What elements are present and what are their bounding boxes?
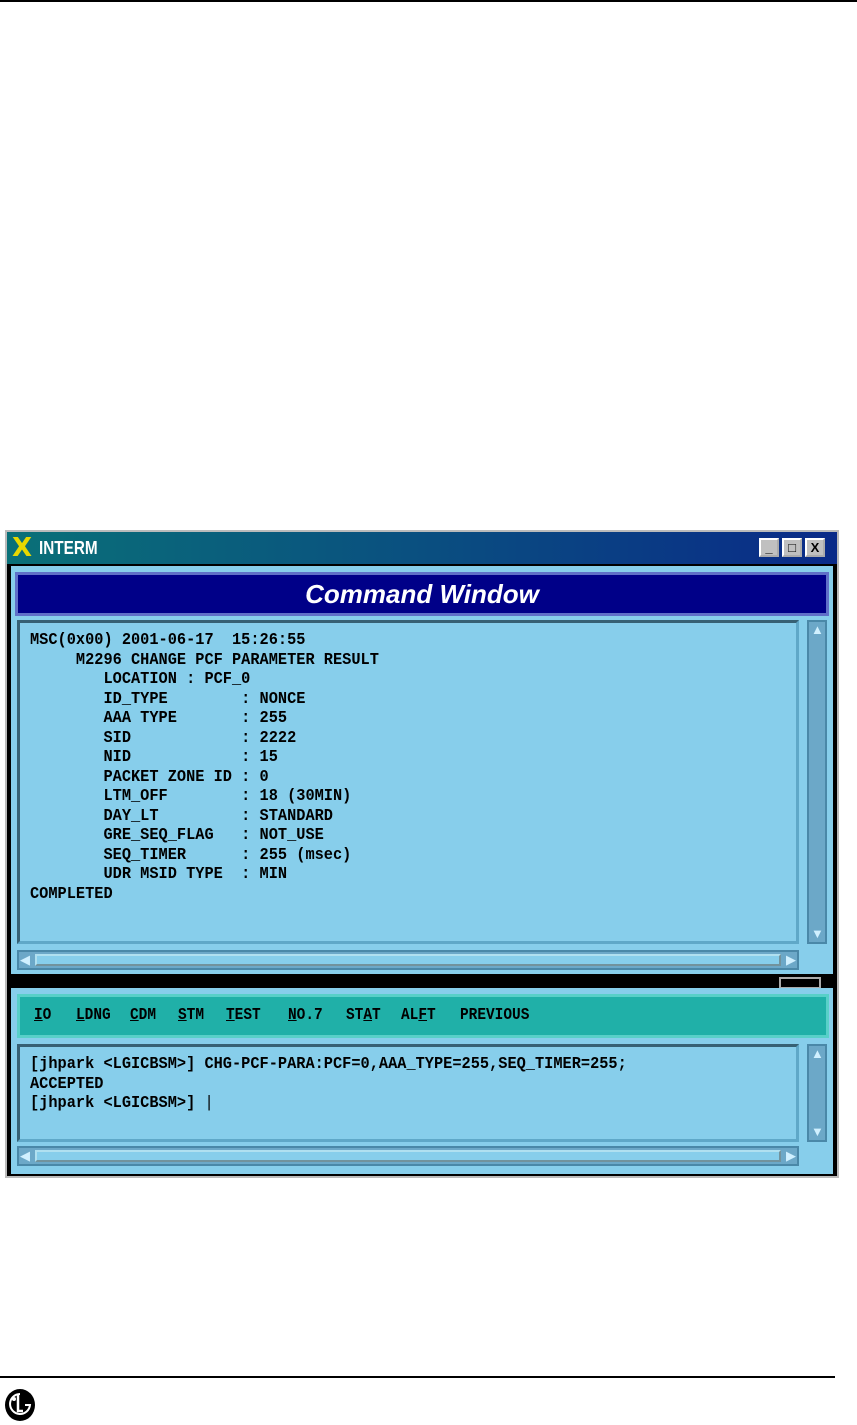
scroll-down-icon[interactable]: ▼ [811, 1124, 824, 1140]
scroll-up-icon[interactable]: ▲ [811, 1046, 824, 1062]
menu-item-label-part: I [34, 1006, 43, 1025]
command-input-text[interactable]: [jhpark <LGICBSM>] CHG-PCF-PARA:PCF=0,AA… [17, 1044, 799, 1142]
input-line: [jhpark <LGICBSM>] | [30, 1094, 214, 1113]
menu-item-label-part: L [76, 1006, 85, 1025]
menu-item[interactable]: IO [34, 1006, 51, 1025]
output-horizontal-scrollbar[interactable]: ◀ ▶ [17, 950, 799, 970]
output-line: AAA TYPE : 255 [30, 709, 288, 728]
menu-item-label-part: O [42, 1006, 52, 1025]
menu-item-label-part: T [226, 1006, 235, 1025]
menu-item[interactable]: CDM [130, 1006, 156, 1025]
menu-item[interactable]: PREVIOUS [460, 1006, 529, 1025]
window-title: INTERM [39, 538, 98, 558]
menu-item[interactable]: STAT [346, 1006, 381, 1025]
output-line: ID_TYPE : NONCE [30, 689, 306, 709]
menu-item-label-part: ST [346, 1006, 364, 1025]
menu-item[interactable]: TEST [226, 1006, 261, 1025]
menu-item[interactable]: ALFT [401, 1006, 436, 1025]
command-window-header: Command Window [15, 572, 829, 616]
menu-item-label-part: N [288, 1006, 297, 1025]
title-bar[interactable]: X INTERM _ □ X [7, 532, 837, 564]
maximize-button[interactable]: □ [782, 538, 802, 557]
scroll-thumb[interactable] [35, 1150, 781, 1162]
menu-bar: IO LDNG CDM STM TEST NO.7 STAT ALFT PREVIOUS [17, 994, 829, 1038]
menu-item-label-part: EST [234, 1006, 261, 1025]
output-vertical-scrollbar[interactable]: ▲ ▼ [807, 620, 827, 944]
menu-item-label-part: DM [138, 1006, 157, 1025]
menu-item-label-part: C [130, 1006, 139, 1025]
page-top-rule [0, 0, 857, 2]
menu-item-label-part: T [372, 1006, 381, 1025]
input-vertical-scrollbar[interactable]: ▲ ▼ [807, 1044, 827, 1142]
menu-item-label-part: T [427, 1006, 436, 1025]
output-line: LTM_OFF : 18 (30MIN) [30, 787, 352, 806]
output-line: GRE_SEQ_FLAG : NOT_USE [30, 826, 324, 845]
output-line: SID : 2222 [30, 728, 297, 748]
menu-item-label-part: S [178, 1006, 187, 1025]
scroll-left-icon[interactable]: ◀ [20, 1148, 30, 1164]
output-line: UDR MSID TYPE : MIN [30, 865, 288, 884]
minimize-button[interactable]: _ [759, 538, 779, 557]
scroll-thumb[interactable] [35, 954, 781, 966]
menu-item-label-part: TM [186, 1006, 205, 1025]
scroll-down-icon[interactable]: ▼ [811, 926, 824, 942]
menu-item-label-part: F [418, 1006, 428, 1025]
text-cursor: | [204, 1094, 214, 1113]
scroll-right-icon[interactable]: ▶ [786, 952, 796, 968]
scroll-up-icon[interactable]: ▲ [811, 622, 824, 638]
menu-item[interactable]: STM [178, 1006, 204, 1025]
menu-item-label-part: A [363, 1006, 373, 1025]
output-line: DAY_LT : STANDARD [30, 806, 333, 826]
output-line: PACKET ZONE ID : 0 [30, 767, 269, 787]
output-line: M2296 CHANGE PCF PARAMETER RESULT [30, 650, 379, 670]
lg-logo-icon [5, 1389, 35, 1421]
menu-item[interactable]: LDNG [76, 1006, 111, 1025]
menu-item-label-part: DNG [84, 1006, 111, 1025]
scroll-left-icon[interactable]: ◀ [20, 952, 30, 968]
menu-item-label-part: PREVIOUS [460, 1006, 530, 1025]
x-logo-icon: X [12, 533, 33, 563]
input-line: ACCEPTED [30, 1074, 104, 1094]
output-line: COMPLETED [30, 884, 113, 904]
input-line: [jhpark <LGICBSM>] CHG-PCF-PARA:PCF=0,AA… [30, 1055, 627, 1074]
close-button[interactable]: X [805, 538, 825, 557]
output-line: SEQ_TIMER : 255 (msec) [30, 845, 352, 865]
input-horizontal-scrollbar[interactable]: ◀ ▶ [17, 1146, 799, 1166]
interm-window: X INTERM _ □ X Command Window MSC(0x00) … [5, 530, 839, 1178]
output-line: MSC(0x00) 2001-06-17 15:26:55 [30, 631, 306, 650]
menu-item[interactable]: NO.7 [288, 1006, 323, 1025]
output-line: LOCATION : PCF_0 [30, 670, 251, 689]
footer-rule [0, 1376, 835, 1378]
menu-item-label-part: O.7 [296, 1006, 323, 1025]
output-line: NID : 15 [30, 748, 278, 767]
menu-item-label-part: AL [401, 1006, 419, 1025]
output-text[interactable]: MSC(0x00) 2001-06-17 15:26:55 M2296 CHAN… [17, 620, 799, 944]
scroll-right-icon[interactable]: ▶ [786, 1148, 796, 1164]
